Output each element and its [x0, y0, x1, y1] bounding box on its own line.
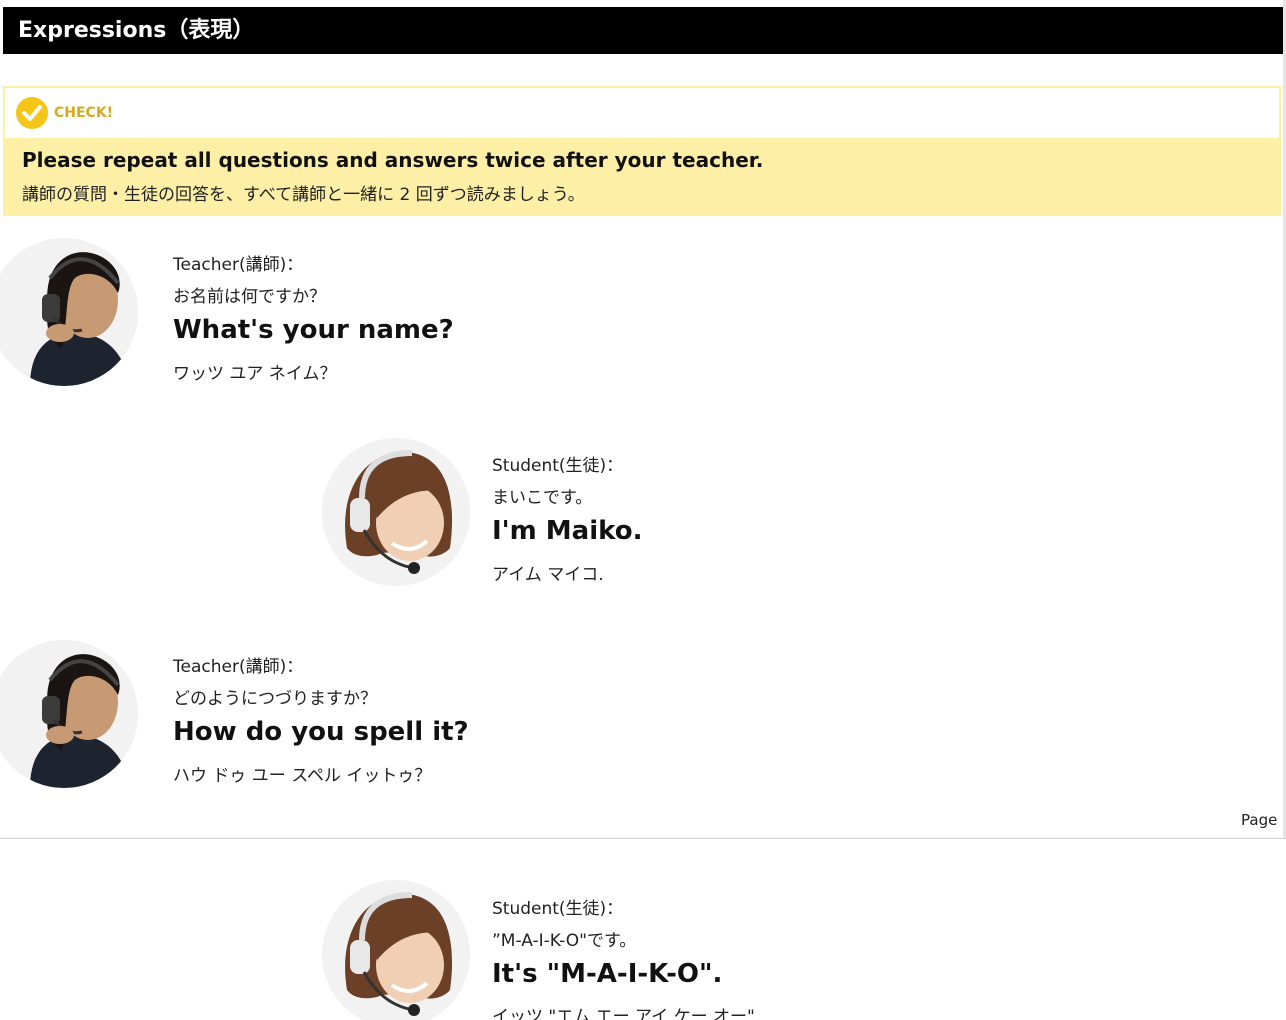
- japanese-line: ”M-A-I-K-O"です。: [492, 931, 637, 951]
- speaker-label: Student(生徒)：: [492, 456, 624, 476]
- page-number: Page 2: [1241, 811, 1286, 829]
- check-label: CHECK!: [54, 105, 114, 121]
- speaker-label: Student(生徒)：: [492, 899, 624, 919]
- english-line: I'm Maiko.: [492, 516, 643, 546]
- instruction-english: Please repeat all questions and answers …: [22, 148, 764, 172]
- teacher-avatar-image: [0, 640, 138, 788]
- student-avatar: [322, 438, 470, 586]
- worksheet-page: Expressions（表現） CHECK! Please repeat all…: [0, 0, 1286, 1020]
- english-line: How do you spell it?: [173, 717, 469, 747]
- teacher-avatar: [0, 640, 138, 788]
- instruction-japanese: 講師の質問・生徒の回答を、すべて講師と一緒に 2 回ずつ読みましょう。: [22, 185, 585, 205]
- katakana-line: ハウ ドゥ ユー スペル イットゥ？: [173, 766, 432, 786]
- check-header: CHECK!: [5, 88, 1279, 138]
- katakana-line: ワッツ ユア ネイム？: [173, 364, 337, 384]
- page-divider: [0, 838, 1286, 839]
- japanese-line: まいこです。: [492, 488, 593, 508]
- katakana-line: アイム マイコ.: [492, 565, 604, 585]
- english-line: What's your name?: [173, 315, 454, 345]
- teacher-avatar: [0, 238, 138, 386]
- student-avatar-image: [322, 438, 470, 586]
- katakana-line: イッツ "エム エー アイ ケー オー".: [492, 1007, 761, 1020]
- japanese-line: どのようにつづりますか？: [173, 689, 377, 709]
- speaker-label: Teacher(講師)：: [173, 657, 304, 677]
- checkmark-icon: [16, 97, 48, 129]
- page-title: Expressions（表現）: [3, 7, 1283, 54]
- teacher-avatar-image: [0, 238, 138, 386]
- check-panel: CHECK! Please repeat all questions and a…: [3, 86, 1281, 216]
- speaker-label: Teacher(講師)：: [173, 255, 304, 275]
- student-avatar-image: [322, 880, 470, 1020]
- japanese-line: お名前は何ですか？: [173, 287, 326, 307]
- check-instructions: Please repeat all questions and answers …: [3, 138, 1281, 216]
- student-avatar: [322, 880, 470, 1020]
- english-line: It's "M-A-I-K-O".: [492, 959, 723, 989]
